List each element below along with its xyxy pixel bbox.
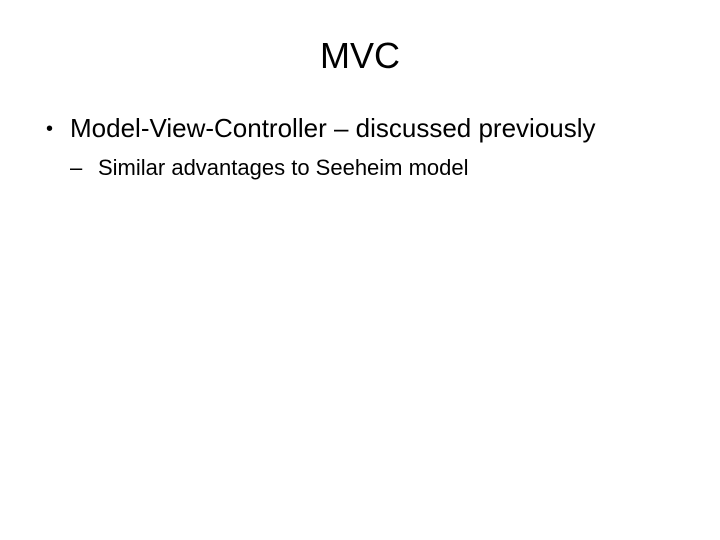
slide-title: MVC: [40, 35, 680, 77]
dash-marker-icon: [70, 154, 98, 183]
slide-content: Model-View-Controller – discussed previo…: [40, 112, 680, 182]
slide: MVC Model-View-Controller – discussed pr…: [0, 0, 720, 540]
bullet-text: Similar advantages to Seeheim model: [98, 154, 680, 183]
bullet-level-2: Similar advantages to Seeheim model: [70, 154, 680, 183]
bullet-marker-icon: [40, 112, 70, 146]
bullet-text: Model-View-Controller – discussed previo…: [70, 112, 680, 146]
bullet-level-1: Model-View-Controller – discussed previo…: [40, 112, 680, 146]
